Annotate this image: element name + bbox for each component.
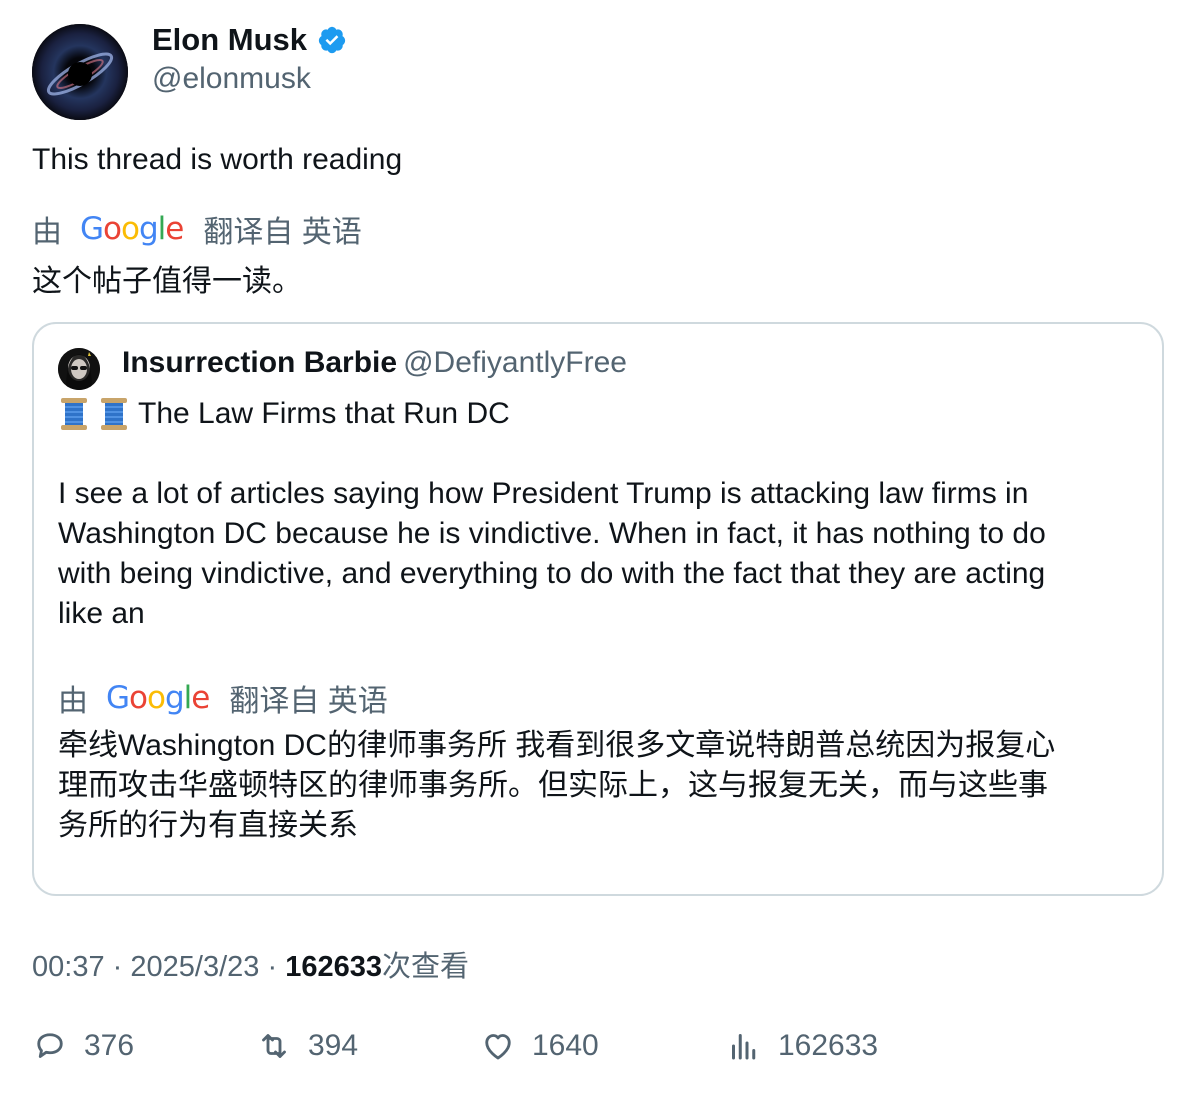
quoted-translation-attribution: 由 Google 翻译自 英语 xyxy=(58,676,388,720)
quoted-author-handle[interactable]: @DefiyantlyFree xyxy=(403,346,627,379)
quoted-translated-line: 理而攻击华盛顿特区的律师事务所。但实际上，这与报复无关，而与这些事 xyxy=(58,769,1048,802)
meta-separator: · xyxy=(267,951,278,983)
retweet-button[interactable]: 394 xyxy=(256,1028,358,1064)
quoted-tweet-body: I see a lot of articles saying how Presi… xyxy=(58,474,1138,634)
analytics-bar-icon xyxy=(732,1034,756,1060)
translation-attribution: 由 Google 翻译自 英语 xyxy=(32,207,362,251)
blackhole-avatar-image xyxy=(32,24,128,120)
retweet-icon xyxy=(262,1034,286,1058)
quoted-author-avatar[interactable] xyxy=(58,348,100,390)
views-button[interactable]: 162633 xyxy=(726,1028,878,1064)
google-logo-icon: Google xyxy=(80,211,184,247)
quoted-author-row[interactable]: Insurrection Barbie @DefiyantlyFree xyxy=(122,346,627,380)
like-button[interactable]: 1640 xyxy=(480,1028,599,1064)
portrait-avatar-image xyxy=(58,348,100,390)
verified-badge-icon[interactable] xyxy=(317,25,347,55)
quoted-author-name[interactable]: Insurrection Barbie xyxy=(122,346,397,379)
translated-text: 这个帖子值得一读。 xyxy=(32,265,302,298)
quoted-translated-text: 牵线Washington DC的律师事务所 我看到很多文章说特朗普总统因为报复心… xyxy=(58,726,1148,846)
heart-icon xyxy=(485,1034,511,1060)
quoted-body-line: with being vindictive, and everything to… xyxy=(58,557,1046,590)
translation-prefix: 由 xyxy=(32,216,62,249)
reply-button[interactable]: 376 xyxy=(32,1028,134,1064)
translation-prefix: 由 xyxy=(58,685,88,718)
like-count: 1640 xyxy=(532,1029,599,1062)
google-logo-icon: Google xyxy=(106,680,210,716)
tweet-date[interactable]: 2025/3/23 xyxy=(130,951,259,983)
quoted-tweet-card[interactable]: Insurrection Barbie @DefiyantlyFree The … xyxy=(32,322,1164,896)
quoted-translated-line: 牵线Washington DC的律师事务所 我看到很多文章说特朗普总统因为报复心 xyxy=(58,729,1056,762)
quoted-tweet-title: The Law Firms that Run DC xyxy=(138,397,510,430)
quoted-body-line: like an xyxy=(58,597,145,630)
author-handle[interactable]: @elonmusk xyxy=(152,62,311,96)
quoted-body-line: Washington DC because he is vindictive. … xyxy=(58,517,1046,550)
reply-count: 376 xyxy=(84,1029,135,1062)
quoted-body-line: I see a lot of articles saying how Presi… xyxy=(58,477,1029,510)
meta-separator: · xyxy=(112,951,123,983)
views-action-count: 162633 xyxy=(778,1029,879,1062)
spool-of-thread-icon xyxy=(101,398,127,430)
spool-of-thread-icon xyxy=(61,398,87,430)
views-label: 次查看 xyxy=(381,951,469,983)
reply-icon xyxy=(37,1033,63,1058)
author-name-row[interactable]: Elon Musk xyxy=(152,22,347,58)
translation-source-label: 翻译自 英语 xyxy=(203,216,362,249)
translation-source-label: 翻译自 英语 xyxy=(229,685,388,718)
tweet-detail: Elon Musk @elonmusk This thread is worth… xyxy=(0,0,1196,1096)
retweet-count: 394 xyxy=(308,1029,359,1062)
quoted-tweet-title-row: The Law Firms that Run DC xyxy=(58,396,510,432)
author-avatar[interactable] xyxy=(32,24,128,120)
author-name[interactable]: Elon Musk xyxy=(152,22,307,58)
tweet-meta: 00:37 · 2025/3/23 · 162633次查看 xyxy=(32,943,469,985)
action-bar: 376 394 1640 162633 xyxy=(32,1028,1164,1072)
quoted-translated-line: 务所的行为有直接关系 xyxy=(58,809,358,842)
views-count: 162633 xyxy=(285,951,382,983)
tweet-time[interactable]: 00:37 xyxy=(32,951,105,983)
tweet-text: This thread is worth reading xyxy=(32,143,403,176)
